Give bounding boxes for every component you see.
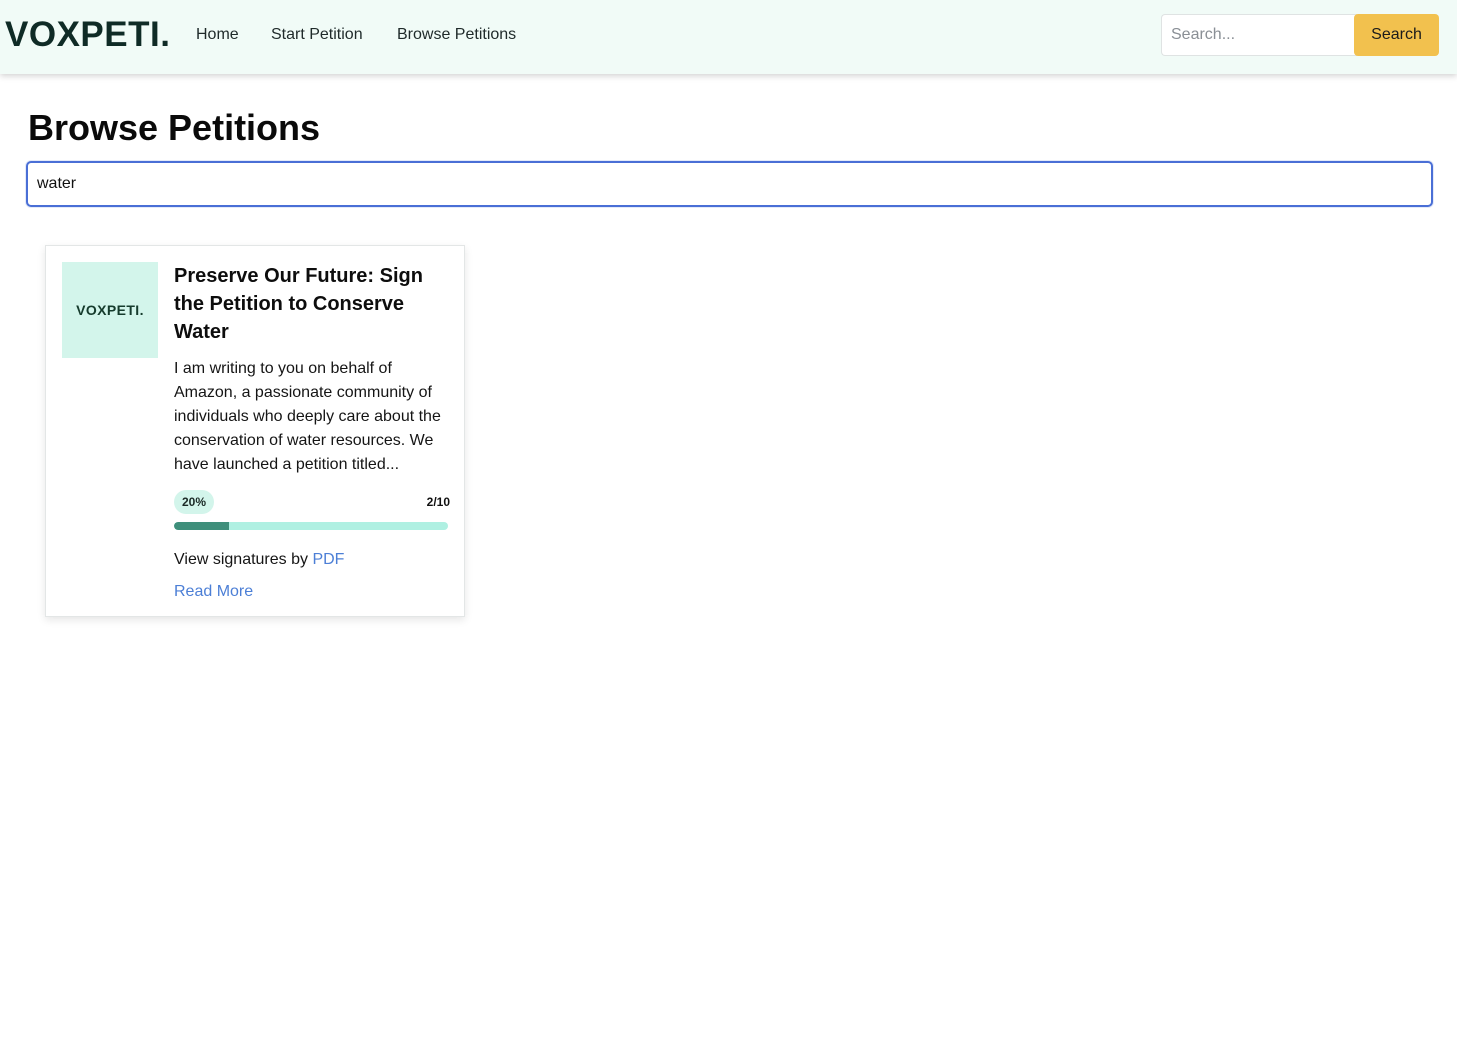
header-search-input[interactable] bbox=[1161, 14, 1357, 56]
progress-bar-fill bbox=[174, 522, 229, 530]
progress-percent-badge: 20% bbox=[174, 490, 215, 514]
page-title: Browse Petitions bbox=[28, 107, 321, 148]
petition-thumbnail: VOXPETI. bbox=[62, 262, 158, 358]
nav-link-browse-petitions[interactable]: Browse Petitions bbox=[397, 24, 516, 46]
signatures-line: View signatures by PDF bbox=[174, 550, 450, 570]
petition-filter-input[interactable] bbox=[26, 161, 1433, 207]
top-navbar: VOXPETI. Home Start Petition Browse Peti… bbox=[0, 0, 1457, 74]
petition-title: Preserve Our Future: Sign the Petition t… bbox=[174, 265, 423, 343]
petition-card: VOXPETI. Preserve Our Future: Sign the P… bbox=[45, 245, 465, 617]
read-more-link[interactable]: Read More bbox=[174, 582, 253, 602]
petition-excerpt: I am writing to you on behalf of Amazon,… bbox=[174, 360, 441, 473]
nav-link-start-petition[interactable]: Start Petition bbox=[271, 24, 363, 46]
header-search-button[interactable]: Search bbox=[1354, 14, 1439, 56]
signatures-prefix: View signatures by bbox=[174, 551, 313, 568]
brand-logo[interactable]: VOXPETI. bbox=[5, 14, 170, 56]
progress-info: 20% 2/10 bbox=[174, 490, 450, 516]
progress-bar bbox=[174, 522, 448, 530]
petition-card-body: Preserve Our Future: Sign the Petition t… bbox=[174, 262, 450, 602]
signatures-pdf-link[interactable]: PDF bbox=[312, 551, 344, 568]
signature-count: 2/10 bbox=[426, 495, 450, 509]
thumbnail-logo: VOXPETI. bbox=[76, 302, 144, 318]
nav-link-home[interactable]: Home bbox=[196, 24, 239, 46]
